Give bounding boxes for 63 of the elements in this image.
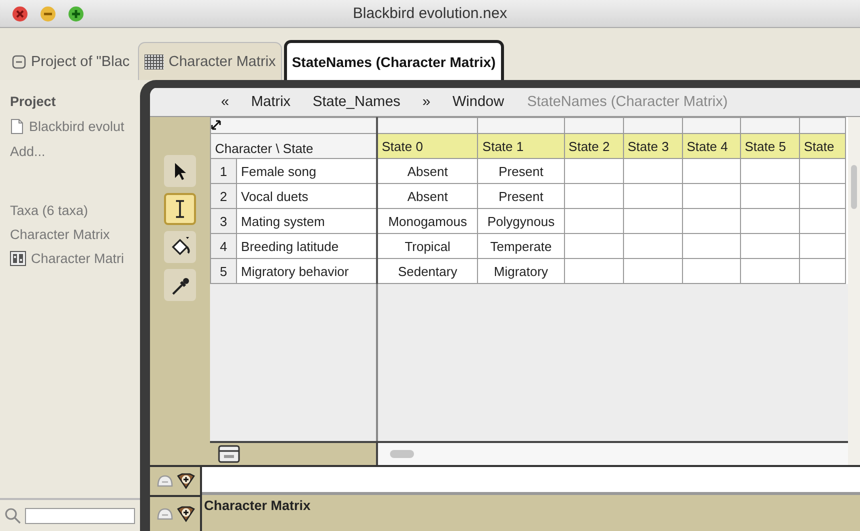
sidebar-heading: Project xyxy=(10,94,57,109)
plus-shield-icon[interactable] xyxy=(176,473,196,489)
tool-button[interactable] xyxy=(164,269,196,301)
tool-button[interactable] xyxy=(164,231,196,263)
column-header[interactable]: State 1 xyxy=(478,134,564,158)
tab[interactable]: StateNames (Character Matrix) xyxy=(284,40,504,80)
tab[interactable]: Project of "Blac xyxy=(6,42,136,80)
column-header[interactable]: State 0 xyxy=(376,134,478,158)
plus-shield-icon[interactable] xyxy=(176,506,196,522)
table-cell[interactable]: Absent xyxy=(376,158,478,184)
menu-item[interactable]: » xyxy=(411,94,442,110)
resize-arrow-icon xyxy=(211,120,221,130)
scroll-thumb[interactable] xyxy=(851,165,857,209)
character-name[interactable]: Vocal duets xyxy=(236,184,377,208)
grid-icon xyxy=(144,54,164,70)
paint-bucket-icon xyxy=(169,236,191,258)
input-field[interactable] xyxy=(202,465,860,495)
matrix-label: Character Matrix xyxy=(203,497,312,515)
table-cell[interactable]: Temperate xyxy=(478,234,564,258)
row-number: 1 xyxy=(210,158,237,184)
menu-item[interactable]: « xyxy=(210,94,240,110)
table-cell[interactable]: Present xyxy=(478,184,564,208)
table-cell[interactable]: Polygynous xyxy=(478,208,564,234)
document-icon xyxy=(10,118,24,135)
character-name[interactable]: Breeding latitude xyxy=(236,234,377,258)
minimize-button[interactable] xyxy=(40,6,56,22)
matrix-icon xyxy=(10,251,26,266)
column-header[interactable]: State 3 xyxy=(623,134,682,158)
project-element[interactable]: Taxa (6 taxa) xyxy=(10,203,88,218)
minus-box-icon xyxy=(12,54,26,68)
table-cell[interactable]: Present xyxy=(478,158,564,184)
menu-item[interactable]: Matrix xyxy=(240,94,302,110)
row-number: 5 xyxy=(210,258,237,284)
row-number: 4 xyxy=(210,234,237,258)
search-icon xyxy=(4,506,22,524)
column-header[interactable]: State 2 xyxy=(564,134,624,158)
project-element[interactable]: Character Matri xyxy=(31,251,124,266)
row-number: 2 xyxy=(210,184,237,208)
column-header[interactable]: State 5 xyxy=(740,134,800,158)
window-title: Blackbird evolution.nex xyxy=(352,5,508,22)
close-button[interactable] xyxy=(12,6,28,22)
column-header[interactable]: State xyxy=(799,134,846,158)
row-number: 3 xyxy=(210,208,237,234)
file-item[interactable]: Blackbird evolut xyxy=(29,119,124,134)
add-link[interactable]: Add... xyxy=(10,144,140,159)
tool-button[interactable] xyxy=(164,193,196,225)
character-name[interactable]: Female song xyxy=(236,158,377,184)
table-cell[interactable]: Absent xyxy=(376,184,478,208)
table-cell[interactable]: Tropical xyxy=(376,234,478,258)
zoom-button[interactable] xyxy=(68,6,84,22)
window-context: StateNames (Character Matrix) xyxy=(526,94,728,110)
search-field[interactable] xyxy=(25,508,135,524)
table-cell[interactable]: Monogamous xyxy=(376,208,478,234)
tool-button[interactable] xyxy=(164,155,196,187)
project-element[interactable]: Character Matrix xyxy=(10,227,110,242)
menu-item[interactable]: State_Names xyxy=(302,94,412,110)
scroll-thumb[interactable] xyxy=(390,450,414,458)
menu-item[interactable]: Window xyxy=(442,94,516,110)
window-icon xyxy=(218,445,240,463)
character-name[interactable]: Mating system xyxy=(236,208,377,234)
corner-header: Character \ State xyxy=(210,134,377,158)
tab[interactable]: Character Matrix xyxy=(138,42,282,80)
column-header[interactable]: State 4 xyxy=(682,134,740,158)
